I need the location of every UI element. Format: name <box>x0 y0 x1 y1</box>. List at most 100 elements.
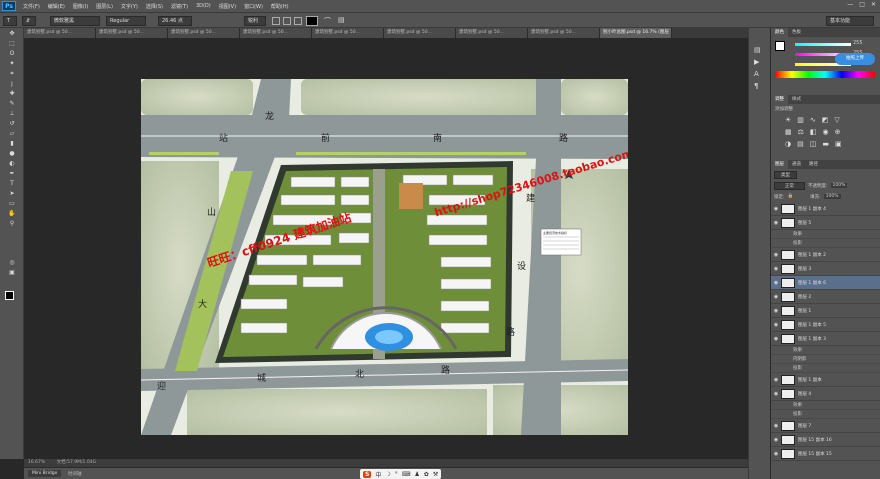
workspace-select[interactable]: 基本功能 <box>826 16 874 26</box>
layer-kind-select[interactable]: 类型 <box>774 170 797 179</box>
menu-item[interactable]: 帮助(H) <box>267 3 293 10</box>
align-center-icon[interactable] <box>283 17 291 25</box>
document-tab[interactable]: 建筑别墅.psd @ 50... <box>24 28 96 38</box>
align-right-icon[interactable] <box>294 17 302 25</box>
blend-mode-select[interactable]: 正常 <box>774 181 805 190</box>
color-spectrum-bar[interactable] <box>775 71 875 78</box>
document-tab[interactable]: 建筑别墅.psd @ 50... <box>456 28 528 38</box>
bw-icon[interactable]: ◧ <box>810 128 817 136</box>
document-tab[interactable]: 建筑别墅.psd @ 50... <box>528 28 600 38</box>
layer-row[interactable]: ◉ 图层 1 副本 2 <box>771 248 880 262</box>
history-brush-icon[interactable]: ↺ <box>7 119 17 128</box>
visibility-eye-icon[interactable]: ◉ <box>771 377 781 383</box>
ime-punctuation-icon[interactable]: ☽ <box>385 471 390 478</box>
layer-effect[interactable]: 效果 <box>771 346 880 355</box>
close-button[interactable]: ✕ <box>871 1 876 8</box>
path-select-icon[interactable]: ➤ <box>7 189 17 198</box>
curves-icon[interactable]: ∿ <box>810 116 816 124</box>
layer-row[interactable]: ◉ 图层 1 副本 3 <box>771 332 880 346</box>
brush-tool-icon[interactable]: ✎ <box>7 99 17 108</box>
upload-tip-badge[interactable]: 拍照上传 <box>835 53 875 65</box>
tab-channels[interactable]: 通道 <box>788 160 805 169</box>
visibility-eye-icon[interactable]: ◉ <box>771 280 781 286</box>
pen-tool-icon[interactable]: ✒ <box>7 169 17 178</box>
visibility-eye-icon[interactable]: ◉ <box>771 391 781 397</box>
layer-row[interactable]: ◉ 图层 15 副本 15 <box>771 447 880 461</box>
foreground-color-swatch[interactable] <box>5 291 14 300</box>
layer-effect[interactable]: 效果 <box>771 401 880 410</box>
menu-item[interactable]: 3D(D) <box>192 3 215 10</box>
minimize-button[interactable]: — <box>847 1 853 8</box>
document-tab[interactable]: 别小叶总图.psd @ 16.7% (图层 1 副本 6, RGB/8) * <box>600 28 672 38</box>
paragraph-icon[interactable]: ¶ <box>754 82 770 90</box>
character-panel-icon[interactable]: ▤ <box>338 16 345 24</box>
visibility-eye-icon[interactable]: ◉ <box>771 437 781 443</box>
ime-user-icon[interactable]: ♟ <box>414 471 419 478</box>
brightness-icon[interactable]: ☀ <box>785 116 791 124</box>
visibility-eye-icon[interactable]: ◉ <box>771 322 781 328</box>
menu-item[interactable]: 滤镜(T) <box>167 3 192 10</box>
tab-styles[interactable]: 样式 <box>788 95 805 104</box>
font-style-select[interactable]: Regular <box>106 16 146 26</box>
eyedropper-icon[interactable]: ȷ <box>7 79 17 88</box>
layer-row[interactable]: ◉ 图层 3 <box>771 262 880 276</box>
menu-item[interactable]: 编辑(E) <box>44 3 69 10</box>
layer-effect[interactable]: 效果 <box>771 230 880 239</box>
visibility-eye-icon[interactable]: ◉ <box>771 451 781 457</box>
vibrance-icon[interactable]: ▽ <box>834 116 839 124</box>
visibility-eye-icon[interactable]: ◉ <box>771 308 781 314</box>
hue-icon[interactable]: ▦ <box>785 128 792 136</box>
ime-tools-icon[interactable]: ⚒ <box>433 471 438 478</box>
antialias-select[interactable]: 锐利 <box>244 16 266 26</box>
dodge-tool-icon[interactable]: ◐ <box>7 159 17 168</box>
layer-row[interactable]: ◉ 图层 5 <box>771 216 880 230</box>
menu-item[interactable]: 文字(Y) <box>117 3 142 10</box>
text-color-swatch[interactable] <box>306 16 318 26</box>
ime-fullwidth-icon[interactable]: ° <box>395 471 398 478</box>
layer-row[interactable]: ◉ 图层 15 副本 16 <box>771 433 880 447</box>
layer-row[interactable]: ◉ 图层 4 <box>771 387 880 401</box>
fg-swatch[interactable] <box>775 41 785 51</box>
history-icon[interactable]: ▤ <box>754 46 770 54</box>
layer-row[interactable]: ◉ 图层 1 副本 <box>771 373 880 387</box>
font-size-input[interactable]: 26.46 点 <box>158 16 192 26</box>
red-value[interactable]: 255 <box>853 40 863 46</box>
document-tab[interactable]: 建筑别墅.psd @ 50... <box>312 28 384 38</box>
document-tab[interactable]: 建筑别墅.psd @ 50... <box>240 28 312 38</box>
selective-color-icon[interactable]: ▣ <box>835 140 842 148</box>
red-slider[interactable] <box>795 43 851 46</box>
menu-item[interactable]: 窗口(W) <box>240 3 267 10</box>
type-tool-icon[interactable]: T <box>7 179 17 188</box>
opacity-input[interactable]: 100% <box>830 183 848 188</box>
hand-tool-icon[interactable]: ✋ <box>7 209 17 218</box>
gradient-map-icon[interactable]: ▬ <box>822 140 829 148</box>
mini-bridge-tab[interactable]: Mini Bridge <box>28 470 62 477</box>
threshold-icon[interactable]: ◫ <box>810 140 817 148</box>
menu-item[interactable]: 视图(V) <box>215 3 240 10</box>
menu-item[interactable]: 选择(S) <box>142 3 167 10</box>
tab-swatches[interactable]: 色板 <box>788 28 805 37</box>
tab-paths[interactable]: 路径 <box>805 160 822 169</box>
align-left-icon[interactable] <box>272 17 280 25</box>
balance-icon[interactable]: ⚖ <box>798 128 804 136</box>
zoom-level[interactable]: 16.67% <box>24 460 45 465</box>
layer-effect[interactable]: 投影 <box>771 364 880 373</box>
document-tab[interactable]: 建筑别墅.psd @ 50... <box>168 28 240 38</box>
ime-keyboard-icon[interactable]: ⌨ <box>402 471 411 478</box>
tab-adjustments[interactable]: 调整 <box>771 95 788 104</box>
mixer-icon[interactable]: ⊕ <box>835 128 841 136</box>
layer-row[interactable]: ◉ 图层 2 <box>771 290 880 304</box>
fill-input[interactable]: 100% <box>823 194 841 199</box>
layer-row[interactable]: ◉ 图层 1 <box>771 304 880 318</box>
visibility-eye-icon[interactable]: ◉ <box>771 252 781 258</box>
layer-row[interactable]: ◉ 图层 1 副本 5 <box>771 318 880 332</box>
lasso-tool-icon[interactable]: ʘ <box>7 49 17 58</box>
move-tool-icon[interactable]: ✥ <box>7 29 17 38</box>
lock-icon[interactable]: 🔒 <box>788 194 794 199</box>
tab-layers[interactable]: 图层 <box>771 160 788 169</box>
layer-row[interactable]: ◉ 图层 1 副本 6 <box>771 276 880 290</box>
visibility-eye-icon[interactable]: ◉ <box>771 336 781 342</box>
exposure-icon[interactable]: ◩ <box>822 116 829 124</box>
gradient-tool-icon[interactable]: ▮ <box>7 139 17 148</box>
magic-wand-icon[interactable]: ✦ <box>7 59 17 68</box>
